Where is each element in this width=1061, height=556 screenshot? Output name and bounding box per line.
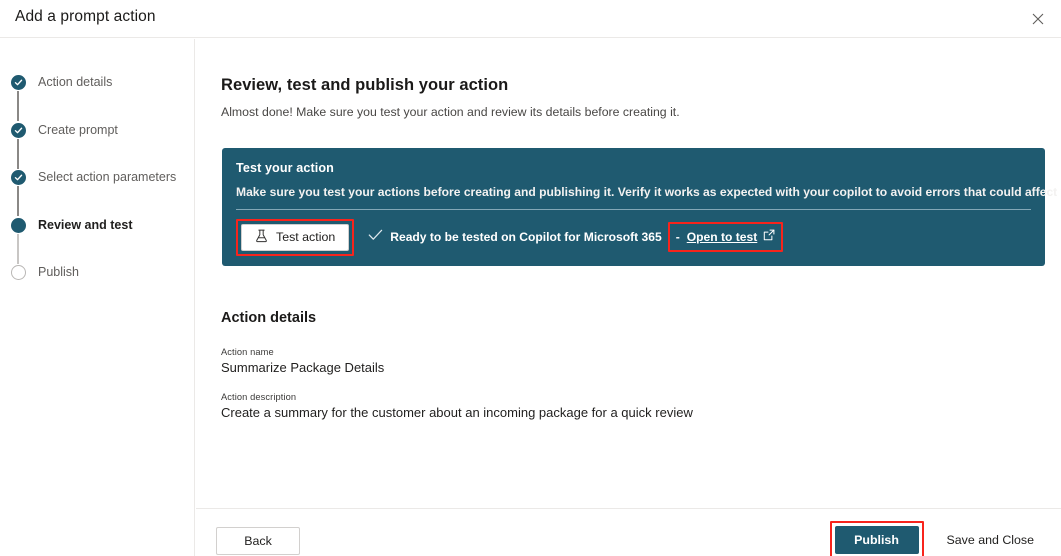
step-connector bbox=[17, 139, 18, 169]
callout-description: Make sure you test your actions before c… bbox=[236, 184, 1031, 200]
status-separator: - bbox=[676, 230, 680, 244]
open-to-test-link[interactable]: Open to test bbox=[687, 230, 758, 244]
publish-highlight: Publish bbox=[830, 521, 924, 556]
test-action-highlight: Test action bbox=[236, 219, 354, 256]
wizard-step-action-details[interactable]: Action details bbox=[9, 75, 195, 123]
test-status: Ready to be tested on Copilot for Micros… bbox=[368, 228, 661, 246]
step-connector bbox=[17, 234, 18, 264]
step-marker bbox=[9, 218, 27, 264]
wizard-step-label: Publish bbox=[38, 265, 79, 280]
check-icon bbox=[368, 228, 383, 246]
open-to-test-highlight: - Open to test bbox=[668, 222, 784, 252]
step-marker bbox=[9, 123, 27, 169]
page-subtitle: Almost done! Make sure you test your act… bbox=[221, 105, 680, 119]
action-name-field: Action name Summarize Package Details bbox=[221, 347, 384, 375]
step-connector bbox=[17, 186, 18, 216]
close-button[interactable] bbox=[1021, 3, 1055, 35]
wizard-step-publish[interactable]: Publish bbox=[9, 265, 195, 291]
external-link-icon[interactable] bbox=[763, 228, 775, 246]
callout-action-row: Test action Ready to be tested on Copilo… bbox=[236, 222, 1031, 252]
save-and-close-button[interactable]: Save and Close bbox=[928, 526, 1053, 554]
footer-primary-actions: Publish Save and Close bbox=[830, 521, 1053, 556]
test-action-button[interactable]: Test action bbox=[241, 224, 349, 251]
callout-title: Test your action bbox=[236, 161, 1031, 175]
wizard-step-select-action-parameters[interactable]: Select action parameters bbox=[9, 170, 195, 218]
action-details-heading: Action details bbox=[221, 310, 316, 326]
wizard-step-label: Select action parameters bbox=[38, 170, 176, 185]
add-prompt-action-dialog: Add a prompt action Acti bbox=[0, 0, 1061, 556]
beaker-icon bbox=[255, 229, 268, 246]
dialog-header: Add a prompt action bbox=[0, 0, 1061, 38]
wizard-step-create-prompt[interactable]: Create prompt bbox=[9, 123, 195, 171]
action-name-value: Summarize Package Details bbox=[221, 360, 384, 375]
test-action-button-label: Test action bbox=[276, 230, 335, 244]
step-completed-icon bbox=[11, 123, 26, 138]
publish-button[interactable]: Publish bbox=[835, 526, 919, 554]
wizard-step-label: Create prompt bbox=[38, 123, 118, 138]
wizard-steps: Action details Create prompt bbox=[9, 75, 195, 291]
action-description-value: Create a summary for the customer about … bbox=[221, 405, 693, 420]
page-title: Review, test and publish your action bbox=[221, 76, 508, 95]
callout-divider bbox=[236, 209, 1031, 210]
action-description-field: Action description Create a summary for … bbox=[221, 392, 693, 420]
action-name-label: Action name bbox=[221, 347, 384, 357]
wizard-step-review-and-test[interactable]: Review and test bbox=[9, 218, 195, 266]
test-status-text: Ready to be tested on Copilot for Micros… bbox=[390, 230, 661, 244]
close-icon bbox=[1032, 13, 1044, 25]
test-your-action-callout: Test your action Make sure you test your… bbox=[222, 148, 1045, 266]
step-connector bbox=[17, 91, 18, 121]
wizard-step-label: Review and test bbox=[38, 218, 132, 233]
back-button[interactable]: Back bbox=[216, 527, 300, 555]
step-completed-icon bbox=[11, 170, 26, 185]
action-description-label: Action description bbox=[221, 392, 693, 402]
step-pending-icon bbox=[11, 265, 26, 280]
step-completed-icon bbox=[11, 75, 26, 90]
step-marker bbox=[9, 170, 27, 216]
main-content: Review, test and publish your action Alm… bbox=[196, 39, 1061, 508]
wizard-step-label: Action details bbox=[38, 75, 112, 90]
step-active-icon bbox=[11, 218, 26, 233]
step-marker bbox=[9, 265, 27, 280]
wizard-rail: Action details Create prompt bbox=[0, 39, 195, 556]
dialog-footer: Back Publish Save and Close bbox=[196, 508, 1061, 556]
dialog-title: Add a prompt action bbox=[15, 8, 156, 26]
step-marker bbox=[9, 75, 27, 121]
